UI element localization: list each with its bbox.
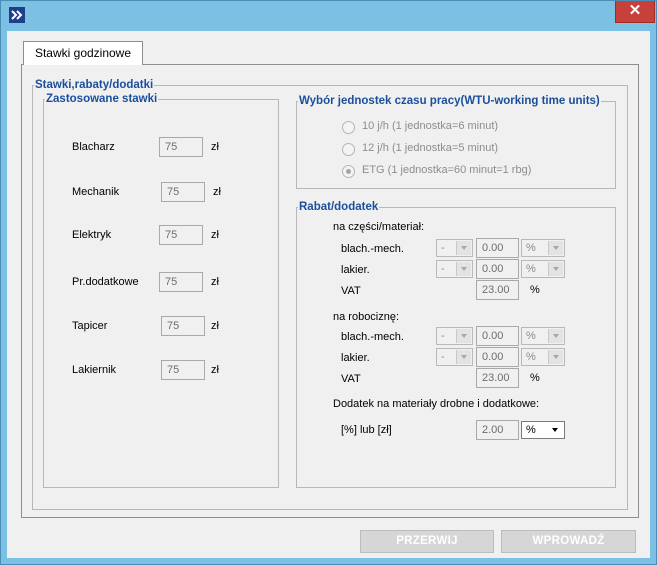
parts-lakier-label: lakier. bbox=[341, 264, 370, 276]
chevron-down-icon bbox=[456, 262, 471, 276]
parts-blach-sign-select[interactable]: - bbox=[436, 239, 473, 257]
rate-unit-elektryk: zł bbox=[211, 229, 219, 241]
chevron-down-icon bbox=[456, 329, 471, 343]
extra-section-title: Dodatek na materiały drobne i dodatkowe: bbox=[333, 398, 540, 410]
rate-unit-blacharz: zł bbox=[211, 141, 219, 153]
labor-lakier-label: lakier. bbox=[341, 352, 370, 364]
chevron-down-icon bbox=[456, 241, 471, 255]
labor-lakier-unit-select[interactable]: % bbox=[521, 348, 565, 366]
extra-unit-select[interactable]: % bbox=[521, 421, 565, 439]
rate-input-pr-dodatkowe[interactable]: 75 bbox=[159, 272, 203, 292]
parts-blach-value[interactable]: 0.00 bbox=[476, 238, 519, 258]
rate-label-lakiernik: Lakiernik bbox=[72, 364, 117, 376]
extra-label: [%] lub [zł] bbox=[341, 424, 392, 436]
parts-vat-label: VAT bbox=[341, 285, 361, 297]
rate-label-blacharz: Blacharz bbox=[72, 141, 115, 153]
close-button[interactable]: ✕ bbox=[615, 1, 655, 23]
rate-label-elektryk: Elektryk bbox=[72, 229, 112, 241]
rate-input-lakiernik[interactable]: 75 bbox=[161, 360, 205, 380]
group-stawki-rabaty-title: Stawki,rabaty/dodatki bbox=[35, 79, 154, 91]
parts-vat-unit: % bbox=[530, 284, 540, 296]
group-zastosowane-stawki: Zastosowane stawki Blacharz 75 zł Mechan… bbox=[43, 93, 279, 488]
labor-blach-value[interactable]: 0.00 bbox=[476, 326, 519, 346]
parts-blach-label: blach.-mech. bbox=[341, 243, 404, 255]
chevron-down-icon bbox=[548, 350, 563, 364]
parts-lakier-value[interactable]: 0.00 bbox=[476, 259, 519, 279]
group-stawki-rabaty: Stawki,rabaty/dodatki Zastosowane stawki… bbox=[32, 79, 628, 510]
dialog-window: ✕ Stawki godzinowe Stawki,rabaty/dodatki… bbox=[0, 0, 657, 565]
group-wtu: Wybór jednostek czasu pracy(WTU-working … bbox=[296, 95, 616, 189]
tab-panel: Stawki,rabaty/dodatki Zastosowane stawki… bbox=[21, 64, 639, 518]
rate-unit-lakiernik: zł bbox=[211, 364, 219, 376]
rate-input-tapicer[interactable]: 75 bbox=[161, 316, 205, 336]
labor-vat-label: VAT bbox=[341, 373, 361, 385]
submit-button[interactable]: WPROWADŹ bbox=[501, 530, 636, 553]
group-zastosowane-stawki-title: Zastosowane stawki bbox=[46, 93, 158, 105]
chevron-down-icon bbox=[548, 241, 563, 255]
rate-unit-mechanik: zł bbox=[213, 186, 221, 198]
rate-unit-pr-dodatkowe: zł bbox=[211, 276, 219, 288]
rate-label-pr-dodatkowe: Pr.dodatkowe bbox=[72, 276, 139, 288]
rate-label-tapicer: Tapicer bbox=[72, 320, 108, 332]
extra-value[interactable]: 2.00 bbox=[476, 420, 519, 440]
wtu-radio-etg[interactable] bbox=[342, 165, 355, 178]
wtu-radio-12[interactable] bbox=[342, 143, 355, 156]
rate-input-blacharz[interactable]: 75 bbox=[159, 137, 203, 157]
chevron-down-icon bbox=[456, 350, 471, 364]
labor-lakier-value[interactable]: 0.00 bbox=[476, 347, 519, 367]
chevron-down-icon bbox=[548, 329, 563, 343]
rate-input-elektryk[interactable]: 75 bbox=[159, 225, 203, 245]
group-rabat-dodatek-title: Rabat/dodatek bbox=[299, 201, 379, 213]
parts-blach-unit-select[interactable]: % bbox=[521, 239, 565, 257]
group-rabat-dodatek: Rabat/dodatek na części/materiał: blach.… bbox=[296, 201, 616, 488]
labor-blach-sign-select[interactable]: - bbox=[436, 327, 473, 345]
wtu-option-etg-label: ETG (1 jednostka=60 minut=1 rbg) bbox=[362, 164, 532, 176]
tab-stawki-godzinowe[interactable]: Stawki godzinowe bbox=[23, 41, 143, 65]
labor-vat-value[interactable]: 23.00 bbox=[476, 368, 519, 388]
labor-lakier-sign-select[interactable]: - bbox=[436, 348, 473, 366]
cancel-button[interactable]: PRZERWIJ bbox=[360, 530, 494, 553]
group-wtu-title: Wybór jednostek czasu pracy(WTU-working … bbox=[299, 95, 600, 107]
parts-vat-value[interactable]: 23.00 bbox=[476, 280, 519, 300]
labor-section-title: na robociznę: bbox=[333, 311, 400, 323]
client-area: Stawki godzinowe Stawki,rabaty/dodatki Z… bbox=[7, 31, 650, 558]
parts-section-title: na części/materiał: bbox=[333, 221, 425, 233]
rate-input-mechanik[interactable]: 75 bbox=[161, 182, 205, 202]
wtu-option-10-label: 10 j/h (1 jednostka=6 minut) bbox=[362, 120, 499, 132]
double-chevron-icon bbox=[9, 7, 25, 23]
labor-vat-unit: % bbox=[530, 372, 540, 384]
chevron-down-icon bbox=[548, 262, 563, 276]
parts-lakier-sign-select[interactable]: - bbox=[436, 260, 473, 278]
wtu-radio-10[interactable] bbox=[342, 121, 355, 134]
title-bar[interactable]: ✕ bbox=[1, 1, 656, 31]
labor-blach-label: blach.-mech. bbox=[341, 331, 404, 343]
wtu-option-12-label: 12 j/h (1 jednostka=5 minut) bbox=[362, 142, 499, 154]
chevron-down-icon bbox=[548, 423, 563, 437]
rate-unit-tapicer: zł bbox=[211, 320, 219, 332]
rate-label-mechanik: Mechanik bbox=[72, 186, 120, 198]
parts-lakier-unit-select[interactable]: % bbox=[521, 260, 565, 278]
labor-blach-unit-select[interactable]: % bbox=[521, 327, 565, 345]
